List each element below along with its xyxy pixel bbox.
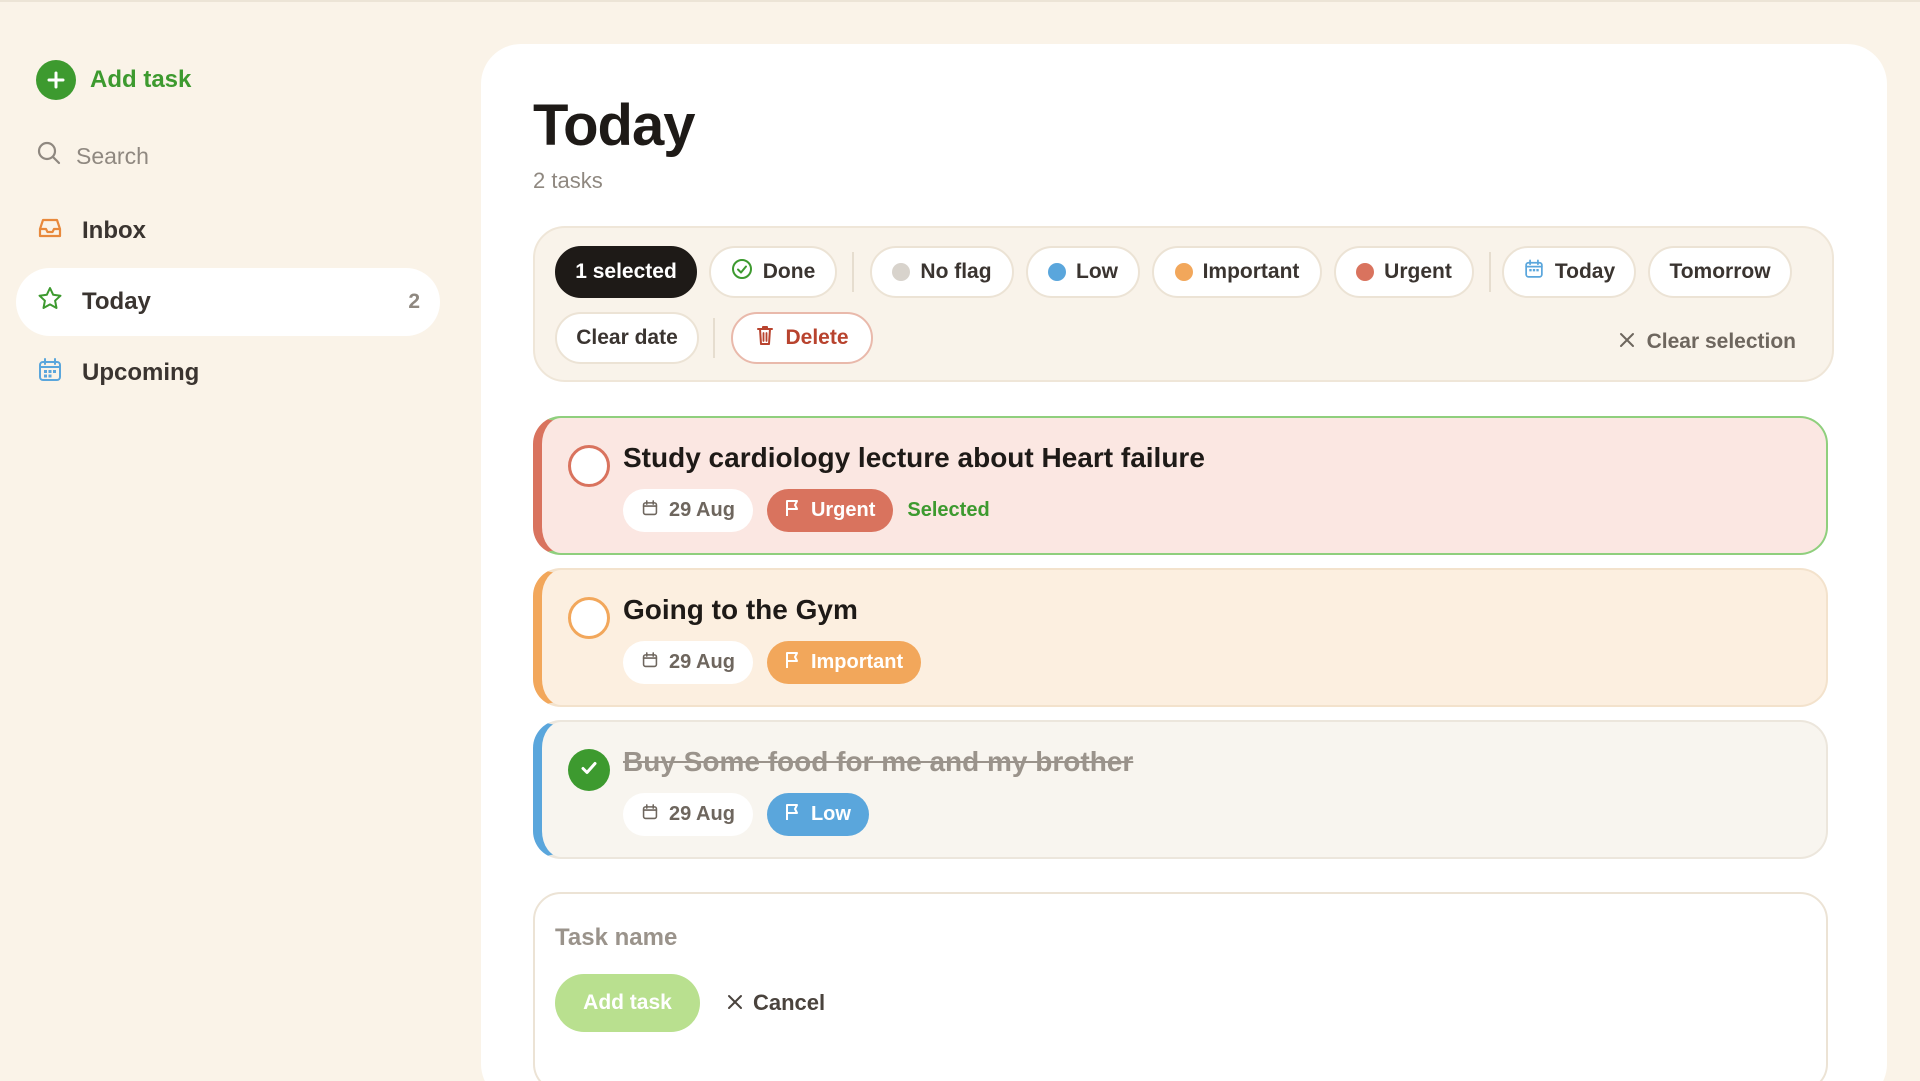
add-task-submit-button[interactable]: Add task bbox=[555, 974, 700, 1032]
task-meta: 29 Aug Important bbox=[623, 641, 922, 684]
task-title: Study cardiology lecture about Heart fai… bbox=[623, 442, 1205, 473]
task-title: Going to the Gym bbox=[623, 594, 858, 625]
bulk-action-bar: 1 selected Done No flag Low Important Ur… bbox=[533, 226, 1834, 382]
calendar-icon bbox=[36, 356, 64, 391]
sidebar-search[interactable]: Search bbox=[36, 138, 149, 174]
task-flag-badge[interactable]: Low bbox=[766, 793, 869, 836]
delete-label: Delete bbox=[785, 326, 849, 349]
calendar-icon bbox=[1523, 258, 1545, 286]
flag-icon bbox=[785, 651, 801, 675]
selected-tag: Selected bbox=[907, 499, 990, 521]
clear-date-button[interactable]: Clear date bbox=[555, 312, 699, 364]
done-label: Done bbox=[762, 260, 816, 283]
task-checkbox[interactable] bbox=[568, 597, 610, 639]
check-circle-icon bbox=[731, 258, 753, 286]
task-meta: 29 Aug Low bbox=[623, 793, 869, 836]
divider bbox=[1489, 252, 1491, 292]
clear-selection-button[interactable]: Clear selection bbox=[1619, 324, 1796, 360]
sidebar-item-label: Inbox bbox=[82, 217, 146, 244]
checkmark-icon bbox=[578, 757, 600, 784]
sidebar-add-task-button[interactable]: Add task bbox=[36, 60, 191, 100]
task-title: Buy Some food for me and my brother bbox=[623, 746, 1134, 777]
star-icon bbox=[36, 285, 64, 320]
set-tomorrow-button[interactable]: Tomorrow bbox=[1648, 246, 1792, 298]
low-dot-icon bbox=[1048, 263, 1066, 281]
task-date: 29 Aug bbox=[669, 651, 735, 673]
urgent-flag-button[interactable]: Urgent bbox=[1334, 246, 1474, 298]
sidebar-item-label: Upcoming bbox=[82, 359, 200, 386]
search-placeholder: Search bbox=[76, 142, 149, 169]
tomorrow-label: Tomorrow bbox=[1669, 260, 1771, 283]
task-date: 29 Aug bbox=[669, 499, 735, 521]
flag-icon bbox=[785, 803, 801, 827]
calendar-icon bbox=[641, 803, 659, 827]
task-flag-badge[interactable]: Important bbox=[766, 641, 922, 684]
calendar-icon bbox=[641, 499, 659, 523]
task-meta: 29 Aug Urgent Selected bbox=[623, 489, 990, 532]
low-label: Low bbox=[1076, 260, 1118, 283]
search-icon bbox=[36, 140, 62, 172]
task-item[interactable]: Study cardiology lecture about Heart fai… bbox=[533, 416, 1828, 555]
task-item[interactable]: Going to the Gym 29 Aug Important bbox=[533, 568, 1828, 707]
task-checkbox[interactable] bbox=[568, 445, 610, 487]
important-dot-icon bbox=[1174, 263, 1193, 281]
cancel-label: Cancel bbox=[753, 990, 826, 1015]
task-flag-badge[interactable]: Urgent bbox=[766, 489, 894, 532]
clear-date-label: Clear date bbox=[576, 326, 678, 349]
important-flag-button[interactable]: Important bbox=[1152, 246, 1322, 298]
task-date-badge[interactable]: 29 Aug bbox=[623, 641, 753, 684]
close-icon bbox=[727, 990, 743, 1016]
no-flag-label: No flag bbox=[920, 260, 992, 283]
plus-icon bbox=[36, 60, 76, 100]
task-flag-label: Low bbox=[810, 803, 851, 825]
low-flag-button[interactable]: Low bbox=[1026, 246, 1140, 298]
mark-done-button[interactable]: Done bbox=[709, 246, 837, 298]
divider bbox=[713, 318, 715, 358]
calendar-icon bbox=[641, 651, 659, 675]
trash-icon bbox=[755, 324, 775, 352]
sidebar-item-upcoming[interactable]: Upcoming bbox=[16, 339, 440, 407]
task-flag-label: Urgent bbox=[810, 499, 876, 521]
selected-count-label: 1 selected bbox=[575, 260, 677, 283]
page-title: Today bbox=[533, 93, 695, 158]
no-flag-button[interactable]: No flag bbox=[870, 246, 1014, 298]
task-count: 2 tasks bbox=[533, 168, 603, 193]
task-date: 29 Aug bbox=[669, 803, 735, 825]
task-date-badge[interactable]: 29 Aug bbox=[623, 793, 753, 836]
no-flag-dot-icon bbox=[892, 263, 911, 281]
add-task-submit-label: Add task bbox=[583, 991, 672, 1014]
task-flag-label: Important bbox=[810, 651, 904, 673]
urgent-label: Urgent bbox=[1384, 260, 1452, 283]
task-date-badge[interactable]: 29 Aug bbox=[623, 489, 753, 532]
sidebar-item-count: 2 bbox=[408, 290, 420, 313]
sidebar-item-label: Today bbox=[82, 288, 151, 315]
task-checkbox-checked[interactable] bbox=[568, 749, 610, 791]
task-name-input[interactable] bbox=[555, 918, 1555, 958]
delete-button[interactable]: Delete bbox=[731, 312, 873, 364]
inbox-icon bbox=[36, 214, 64, 249]
divider bbox=[852, 252, 854, 292]
main-panel: Today 2 tasks 1 selected Done No flag Lo… bbox=[481, 44, 1887, 1081]
sidebar: Add task Search Inbox Today 2 Upcoming bbox=[0, 0, 460, 1081]
flag-icon bbox=[785, 499, 801, 523]
sidebar-item-inbox[interactable]: Inbox bbox=[16, 197, 440, 265]
close-icon bbox=[1619, 330, 1635, 354]
selected-count-chip[interactable]: 1 selected bbox=[555, 246, 697, 298]
cancel-button[interactable]: Cancel bbox=[727, 984, 825, 1022]
clear-selection-label: Clear selection bbox=[1646, 330, 1796, 353]
set-today-button[interactable]: Today bbox=[1502, 246, 1636, 298]
add-task-label: Add task bbox=[90, 66, 192, 93]
today-label: Today bbox=[1554, 260, 1616, 283]
new-task-form: Add task Cancel bbox=[533, 892, 1828, 1081]
sidebar-item-today[interactable]: Today 2 bbox=[16, 268, 440, 336]
important-label: Important bbox=[1202, 260, 1300, 283]
task-item[interactable]: Buy Some food for me and my brother 29 A… bbox=[533, 720, 1828, 859]
urgent-dot-icon bbox=[1356, 263, 1375, 281]
